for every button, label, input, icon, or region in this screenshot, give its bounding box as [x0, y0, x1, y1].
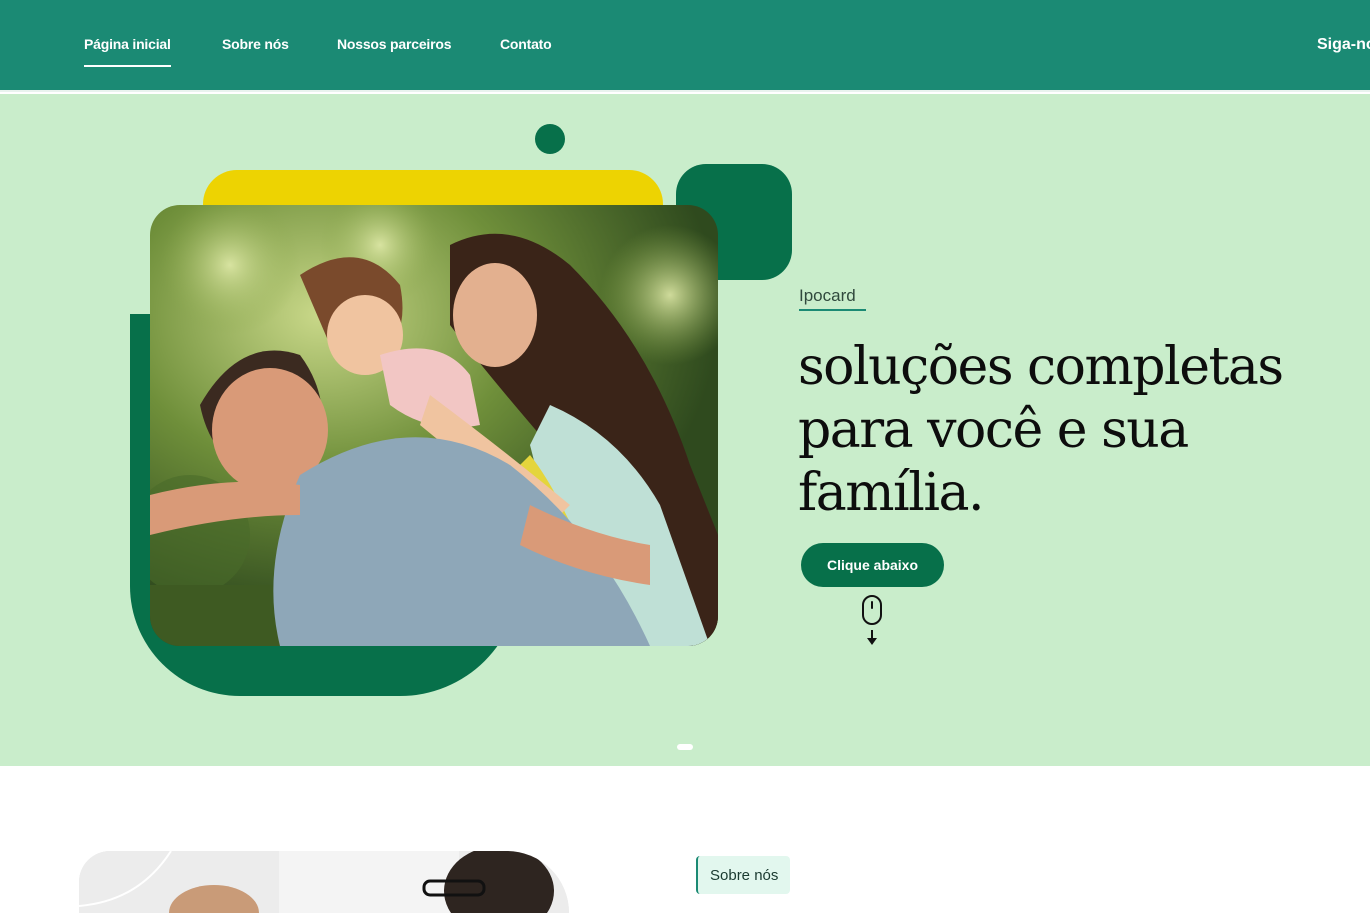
about-photo — [79, 851, 569, 913]
carousel-indicator[interactable] — [677, 744, 693, 750]
click-below-button[interactable]: Clique abaixo — [801, 543, 944, 587]
family-photo — [150, 205, 718, 646]
nav-item-partners[interactable]: Nossos parceiros — [337, 36, 451, 52]
mouse-scroll-icon[interactable] — [860, 594, 884, 650]
decorative-dot — [535, 124, 565, 154]
nav-item-home[interactable]: Página inicial — [84, 36, 171, 67]
hero-kicker: Ipocard — [799, 286, 866, 311]
hero-section: Ipocard soluções completas para você e s… — [0, 94, 1370, 766]
nav-item-about[interactable]: Sobre nós — [222, 36, 289, 52]
hero-title: soluções completas para você e sua famíl… — [798, 337, 1284, 523]
top-navbar: Página inicial Sobre nós Nossos parceiro… — [0, 0, 1370, 92]
about-section-tag: Sobre nós — [696, 856, 791, 894]
follow-us-label: Siga-no — [1317, 36, 1370, 53]
nav-item-contact[interactable]: Contato — [500, 36, 552, 52]
